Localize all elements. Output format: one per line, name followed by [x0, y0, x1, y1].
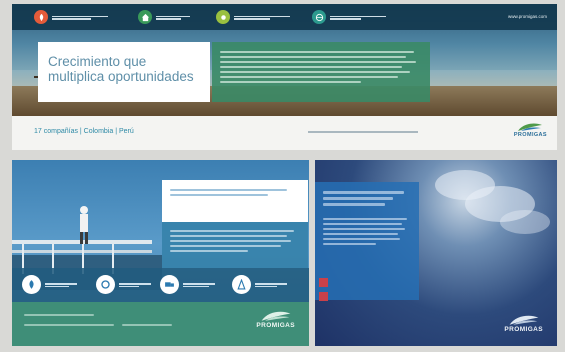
leaf-logo-icon: [509, 315, 539, 325]
flame-icon: [34, 10, 48, 24]
sun-icon: [216, 10, 230, 24]
page-title: Crecimiento que multiplica oportunidades: [48, 54, 194, 84]
contact-mail-icon: [319, 292, 328, 301]
nav-item-solutions[interactable]: [216, 9, 290, 25]
headline-box: Crecimiento que multiplica oportunidades: [38, 42, 210, 102]
right-poster: PROMIGAS: [315, 160, 557, 346]
banner-topbar: www.promigas.com: [12, 4, 557, 30]
water-icon: [96, 275, 115, 294]
info-strip: 17 compañías | Colombia | Perú PROMIGAS: [12, 116, 557, 150]
nav-text: [52, 15, 108, 20]
poster-text-panel: [315, 182, 419, 300]
contact-phone-icon: [319, 278, 328, 287]
poster-title-box: [162, 180, 308, 222]
service-item[interactable]: [22, 275, 85, 294]
service-item[interactable]: [96, 275, 159, 294]
nav-text: [330, 15, 386, 20]
left-poster: PROMIGAS: [12, 160, 309, 346]
nav-text: [234, 15, 290, 20]
service-item[interactable]: [232, 275, 295, 294]
nav-item-distribution[interactable]: [312, 9, 386, 25]
site-url[interactable]: www.promigas.com: [508, 14, 547, 19]
promigas-logo: PROMIGAS: [504, 314, 543, 333]
nav-item-natural-gas[interactable]: [34, 9, 108, 25]
service-icons-bar: [12, 268, 309, 302]
house-icon: [138, 10, 152, 24]
flame-icon: [22, 275, 41, 294]
hero-banner: www.promigas.com Crecimiento que multipl…: [12, 4, 557, 116]
tower-icon: [232, 275, 251, 294]
truck-icon: [160, 275, 179, 294]
service-item[interactable]: [160, 275, 223, 294]
globe-icon: [312, 10, 326, 24]
leaf-logo-icon: [261, 311, 291, 321]
intro-text-box: [212, 42, 430, 102]
nav-item-energy[interactable]: [138, 9, 212, 25]
poster-footer: PROMIGAS: [12, 302, 309, 346]
tagline: [308, 129, 418, 134]
poster-body: [162, 222, 308, 268]
nav-text: [156, 15, 212, 20]
promigas-logo: PROMIGAS: [514, 122, 547, 138]
companies-countries: 17 compañías | Colombia | Perú: [34, 128, 134, 135]
leaf-logo-icon: [518, 123, 543, 131]
promigas-logo: PROMIGAS: [256, 310, 295, 329]
